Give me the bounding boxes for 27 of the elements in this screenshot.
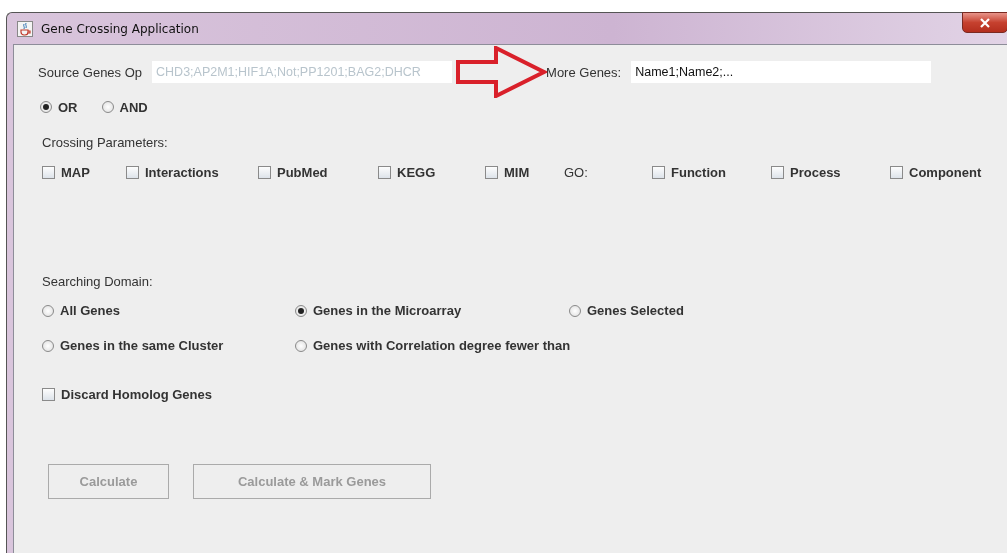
parameter-checkbox[interactable]: Process xyxy=(771,164,890,180)
parameter-checkbox[interactable]: Component xyxy=(890,164,1007,180)
domain-radio[interactable]: Genes with Correlation degree fewer than xyxy=(295,338,569,353)
close-button[interactable] xyxy=(962,12,1007,33)
more-genes-field[interactable]: Name1;Name2;... xyxy=(631,61,932,83)
parameter-checkbox[interactable]: PubMed xyxy=(258,164,378,180)
window-title: Gene Crossing Application xyxy=(41,21,199,36)
searching-domain-label: Searching Domain: xyxy=(42,274,154,289)
parameter-checkbox[interactable]: KEGG xyxy=(378,164,485,180)
operator-radio[interactable]: AND xyxy=(101,99,148,115)
operator-radio[interactable]: OR xyxy=(40,99,78,115)
domain-radio[interactable]: Genes in the Microarray xyxy=(295,303,569,318)
arrow-icon xyxy=(456,46,549,98)
close-icon xyxy=(980,17,990,28)
more-genes-label: More Genes: xyxy=(546,64,622,80)
domain-radio[interactable]: Genes Selected xyxy=(569,303,1007,318)
parameter-checkbox[interactable]: Function xyxy=(652,164,771,180)
domain-radio[interactable]: All Genes xyxy=(42,303,295,318)
parameter-checkbox[interactable]: MAP xyxy=(42,164,126,180)
discard-homolog-checkbox[interactable]: Discard Homolog Genes xyxy=(42,387,212,402)
source-genes-label: Source Genes Op xyxy=(38,64,143,80)
parameter-checkbox[interactable]: Interactions xyxy=(126,164,258,180)
go-label: GO: xyxy=(564,164,589,180)
domain-radio[interactable]: Genes in the same Cluster xyxy=(42,338,295,353)
parameter-checkbox[interactable]: MIM xyxy=(485,164,564,180)
crossing-parameters-label: Crossing Parameters: xyxy=(42,135,169,150)
java-cup-icon xyxy=(17,20,33,37)
